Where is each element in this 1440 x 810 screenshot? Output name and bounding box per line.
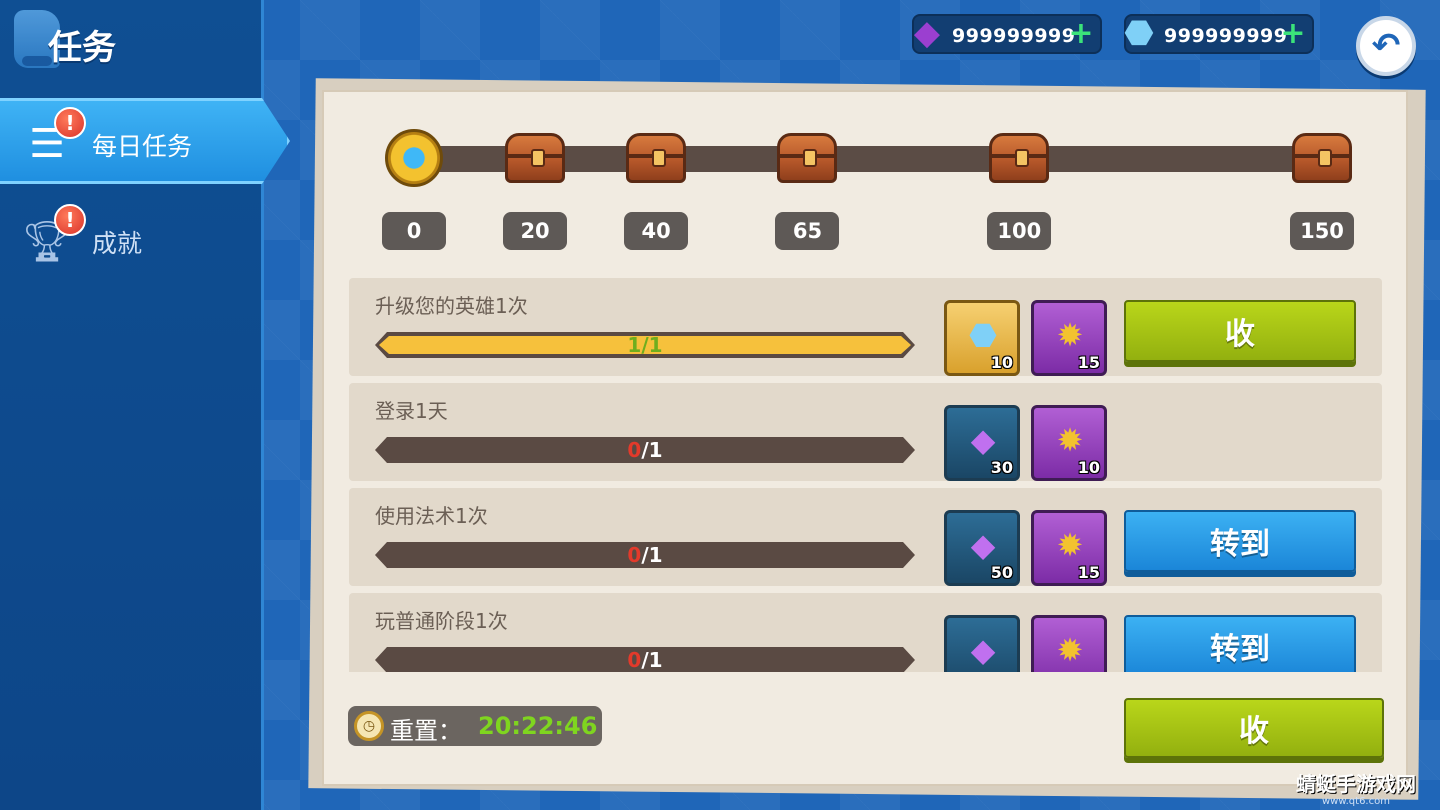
- chest-icon: [626, 133, 687, 183]
- back-arrow-icon: ↶: [1371, 26, 1401, 66]
- task-progress-text: 0/1: [375, 438, 915, 462]
- milestone-chest-icon[interactable]: [503, 130, 567, 186]
- milestone-chest-icon[interactable]: [775, 130, 839, 186]
- task-list[interactable]: 升级您的英雄1次 1/1 ⬣ 10 ✹ 15 收登录1天 0/1 ◆ 30 ✹ 10 使用法术1次 0/1…: [340, 272, 1390, 672]
- alert-badge-icon: !: [54, 204, 86, 236]
- reward-slot[interactable]: ✹: [1031, 615, 1107, 672]
- reward-count: 30: [990, 458, 1013, 477]
- purple-gem-icon: ◆: [970, 421, 996, 459]
- add-purple-gem-button[interactable]: +: [1066, 19, 1096, 50]
- reward-slot[interactable]: ◆ 50: [944, 510, 1020, 586]
- progress-total: /1: [641, 543, 663, 567]
- task-row: 使用法术1次 0/1 ◆ 50 ✹ 15 转到: [349, 488, 1382, 586]
- reward-count: 50: [990, 563, 1013, 582]
- reset-time: 20:22:46: [478, 712, 598, 740]
- sidebar-item-label: 每日任务: [92, 132, 193, 161]
- chest-icon: [505, 133, 566, 183]
- medal-icon: [385, 129, 443, 187]
- task-row: 登录1天 0/1 ◆ 30 ✹ 10: [349, 383, 1382, 481]
- page-header: 任务: [14, 10, 234, 76]
- chest-icon: [777, 133, 838, 183]
- reward-slot[interactable]: ◆: [944, 615, 1020, 672]
- progress-current: 0: [627, 648, 642, 672]
- purple-gem-counter: ◆ 999999999 +: [912, 13, 1102, 54]
- watermark-url: www.qt6.com: [1322, 796, 1390, 807]
- task-title: 登录1天: [375, 399, 448, 423]
- blue-crystal-counter: ⬣ 999999999 +: [1124, 13, 1314, 54]
- reset-timer: ◷ 重置： 20:22:46: [348, 706, 602, 746]
- purple-gem-value: 999999999: [952, 25, 1076, 47]
- task-title: 升级您的英雄1次: [375, 294, 528, 318]
- task-row: 升级您的英雄1次 1/1 ⬣ 10 ✹ 15 收: [349, 278, 1382, 376]
- collect-button[interactable]: 收: [1124, 300, 1356, 362]
- add-blue-crystal-button[interactable]: +: [1278, 19, 1308, 50]
- progress-current: 0: [627, 543, 642, 567]
- milestone-chest-icon[interactable]: [987, 130, 1051, 186]
- go-to-button[interactable]: 转到: [1124, 615, 1356, 672]
- task-title: 玩普通阶段1次: [375, 609, 508, 633]
- blue-crystal-icon: ⬣: [1124, 13, 1154, 53]
- chest-icon: [1292, 133, 1352, 183]
- alert-badge-icon: !: [54, 107, 86, 139]
- sidebar-item-label: 成就: [92, 229, 143, 258]
- task-progress-text: 0/1: [375, 648, 915, 672]
- chest-icon: [989, 133, 1050, 183]
- progress-total: /1: [641, 438, 663, 462]
- purple-gem-icon: ◆: [970, 526, 996, 564]
- reward-slot[interactable]: ◆ 30: [944, 405, 1020, 481]
- reward-count: 15: [1077, 353, 1100, 372]
- medal-icon: ✹: [1056, 631, 1084, 669]
- clock-icon: ◷: [354, 711, 384, 741]
- milestone-points-label: 65: [775, 212, 840, 250]
- progress-total: /1: [641, 333, 663, 357]
- back-button[interactable]: ↶: [1356, 16, 1416, 76]
- reward-slot[interactable]: ⬣ 10: [944, 300, 1020, 376]
- sidebar-item-achievements[interactable]: 🏆︎ ! 成就: [0, 198, 264, 284]
- milestone-medal-icon[interactable]: [382, 129, 446, 187]
- milestone-points-label: 0: [382, 212, 446, 250]
- milestone-points-label: 40: [624, 212, 689, 250]
- milestone-chest-icon[interactable]: [624, 130, 688, 186]
- milestone-points-label: 150: [1290, 212, 1354, 250]
- go-to-button[interactable]: 转到: [1124, 510, 1356, 572]
- page-title: 任务: [48, 28, 116, 68]
- progress-current: 1: [627, 333, 642, 357]
- reward-count: 15: [1077, 563, 1100, 582]
- purple-gem-icon: ◆: [913, 13, 941, 53]
- task-progress-text: 1/1: [375, 333, 915, 357]
- reward-count: 10: [990, 353, 1013, 372]
- milestone-points-label: 20: [503, 212, 568, 250]
- progress-current: 0: [627, 438, 642, 462]
- task-progress-bar: 0/1: [375, 647, 915, 672]
- reward-count: 10: [1077, 458, 1100, 477]
- purple-gem-icon: ◆: [970, 631, 996, 669]
- sidebar-item-daily-tasks[interactable]: ☰ ! 每日任务: [0, 98, 290, 184]
- reward-slot[interactable]: ✹ 15: [1031, 510, 1107, 586]
- milestone-chest-icon[interactable]: [1290, 130, 1354, 186]
- task-title: 使用法术1次: [375, 504, 488, 528]
- task-progress-text: 0/1: [375, 543, 915, 567]
- medal-icon: ✹: [1056, 421, 1084, 459]
- reward-slot[interactable]: ✹ 15: [1031, 300, 1107, 376]
- collect-all-button[interactable]: 收: [1124, 698, 1384, 758]
- sidebar: 任务 ☰ ! 每日任务 🏆︎ ! 成就: [0, 0, 290, 810]
- watermark: 蜻蜓手游戏网: [1296, 772, 1416, 796]
- task-progress-bar: 0/1: [375, 542, 915, 568]
- blue-crystal-icon: ⬣: [969, 316, 997, 354]
- task-progress-bar: 0/1: [375, 437, 915, 463]
- task-progress-bar: 1/1: [375, 332, 915, 358]
- milestone-points-label: 100: [987, 212, 1052, 250]
- medal-icon: ✹: [1056, 316, 1084, 354]
- reward-slot[interactable]: ✹ 10: [1031, 405, 1107, 481]
- reset-label: 重置：: [390, 717, 462, 745]
- blue-crystal-value: 999999999: [1164, 25, 1288, 47]
- medal-icon: ✹: [1056, 526, 1084, 564]
- task-row: 玩普通阶段1次 0/1 ◆ ✹ 转到: [349, 593, 1382, 672]
- progress-total: /1: [641, 648, 663, 672]
